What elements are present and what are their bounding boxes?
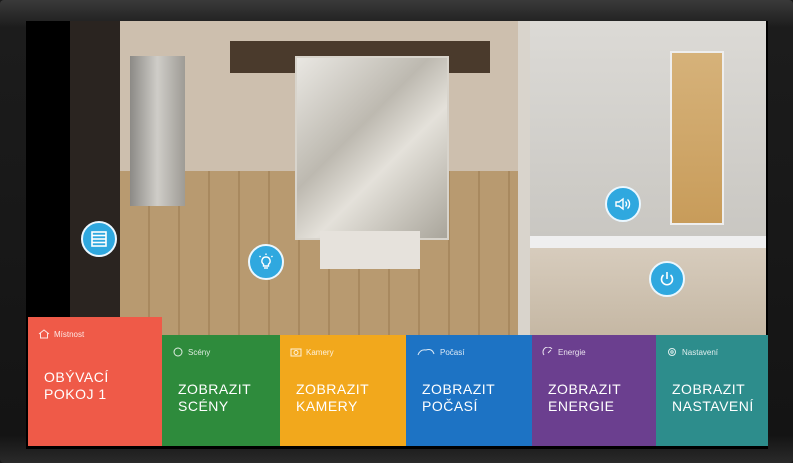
scene-icon xyxy=(172,347,184,357)
tile-title-line2: SCÉNY xyxy=(178,398,229,414)
tile-header-label: Nastavení xyxy=(682,347,719,357)
tile-settings[interactable]: Nastavení ZOBRAZIT NASTAVENÍ xyxy=(656,335,768,446)
tile-title-line2: ENERGIE xyxy=(548,398,615,414)
tile-title: ZOBRAZIT ENERGIE xyxy=(548,381,621,415)
tile-cameras[interactable]: Kamery ZOBRAZIT KAMERY xyxy=(280,335,406,446)
camera-icon xyxy=(290,347,302,357)
bulb-icon[interactable] xyxy=(248,244,284,280)
tile-header-label: Scény xyxy=(188,347,211,357)
tile-scenes[interactable]: Scény ZOBRAZIT SCÉNY xyxy=(162,335,280,446)
tile-title: ZOBRAZIT POČASÍ xyxy=(422,381,495,415)
menu-tiles: Místnost OBÝVACÍ POKOJ 1 Scény ZOBRAZIT … xyxy=(0,295,768,453)
tile-title: ZOBRAZIT NASTAVENÍ xyxy=(672,381,754,415)
tile-header: Počasí xyxy=(416,347,464,357)
tile-title: ZOBRAZIT SCÉNY xyxy=(178,381,251,415)
house-icon xyxy=(38,329,50,339)
tile-title-line1: OBÝVACÍ xyxy=(44,369,109,385)
gear-icon xyxy=(666,347,678,357)
tile-header-label: Počasí xyxy=(440,347,465,357)
tile-title-line2: POKOJ 1 xyxy=(44,386,107,402)
weather-icon xyxy=(416,347,436,357)
tile-title-line2: NASTAVENÍ xyxy=(672,398,754,414)
tile-header: Energie xyxy=(542,346,586,357)
tile-title-line1: ZOBRAZIT xyxy=(672,381,746,397)
tile-header-label: Místnost xyxy=(54,329,85,339)
energy-icon xyxy=(542,346,554,357)
tile-title-line1: ZOBRAZIT xyxy=(178,381,252,397)
blinds-icon[interactable] xyxy=(81,221,117,257)
tile-room[interactable]: Místnost OBÝVACÍ POKOJ 1 xyxy=(28,317,162,446)
power-icon[interactable] xyxy=(649,261,685,297)
tile-header: Místnost xyxy=(38,329,84,339)
speaker-icon[interactable] xyxy=(605,186,641,222)
tile-weather[interactable]: Počasí ZOBRAZIT POČASÍ xyxy=(406,335,532,446)
tile-header: Kamery xyxy=(290,347,334,357)
tile-title-line1: ZOBRAZIT xyxy=(296,381,370,397)
tile-header-label: Kamery xyxy=(306,347,334,357)
tile-title-line2: POČASÍ xyxy=(422,398,478,414)
tile-title-line1: ZOBRAZIT xyxy=(548,381,622,397)
tile-header: Nastavení xyxy=(666,347,718,357)
tile-energy[interactable]: Energie ZOBRAZIT ENERGIE xyxy=(532,335,656,446)
tile-title-line1: ZOBRAZIT xyxy=(422,381,496,397)
tile-title: OBÝVACÍ POKOJ 1 xyxy=(44,369,109,403)
tile-title-line2: KAMERY xyxy=(296,398,358,414)
tile-header: Scény xyxy=(172,347,210,357)
tile-header-label: Energie xyxy=(558,347,586,357)
tile-title: ZOBRAZIT KAMERY xyxy=(296,381,369,415)
